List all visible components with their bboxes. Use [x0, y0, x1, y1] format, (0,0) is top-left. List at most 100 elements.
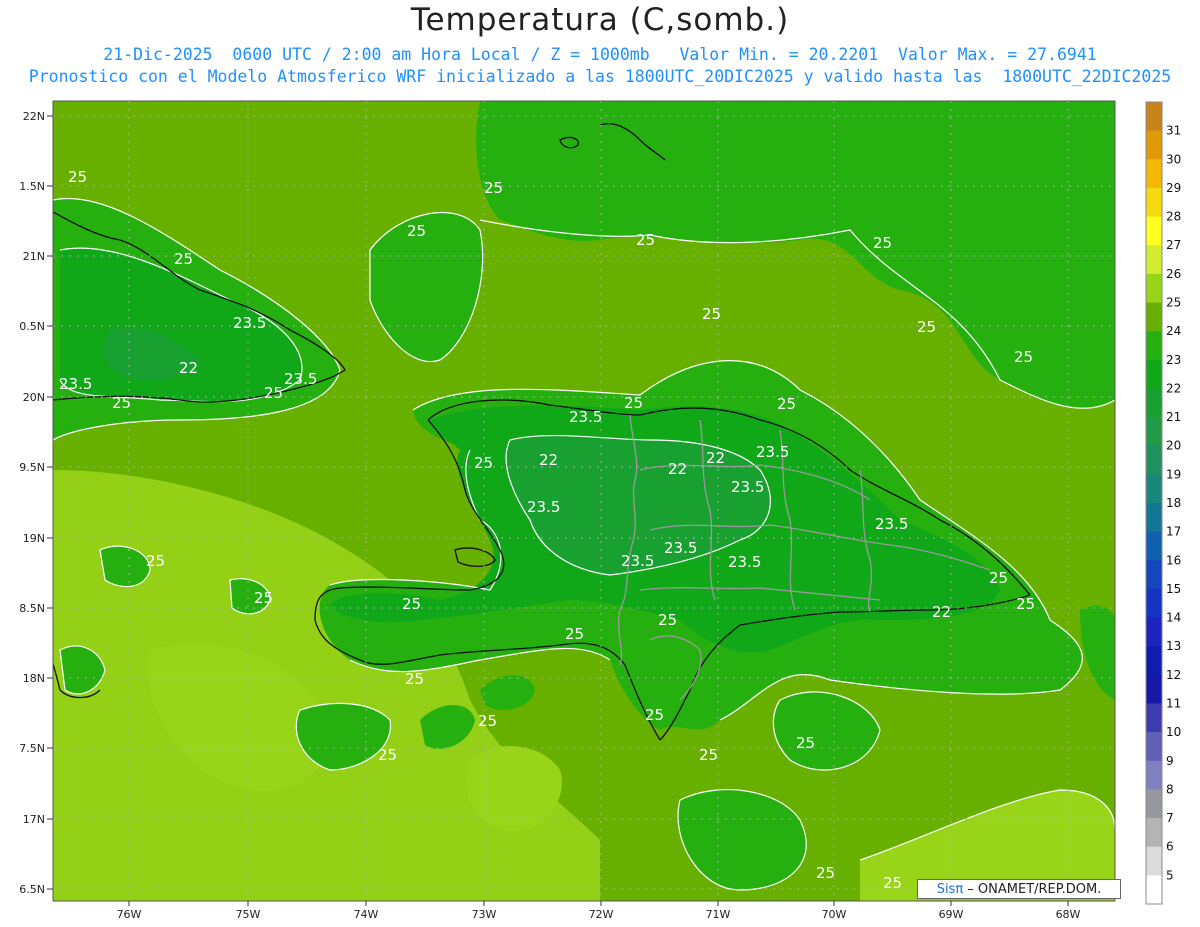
contour-label: 25: [484, 179, 503, 197]
contour-label: 23.5: [569, 408, 602, 426]
contour-label: 25: [624, 394, 643, 412]
contour-label: 25: [146, 552, 165, 570]
colorbar-label: 12: [1166, 668, 1181, 682]
colorbar-swatch: [1146, 445, 1162, 475]
colorbar-swatch: [1146, 102, 1162, 132]
colorbar-swatch: [1146, 273, 1162, 303]
x-tick-label: 69W: [939, 908, 964, 921]
x-tick-label: 74W: [354, 908, 379, 921]
y-tick-label: 7.5N: [19, 742, 45, 755]
contour-label: 25: [405, 670, 424, 688]
contour-label: 25: [873, 234, 892, 252]
colorbar-label: 23: [1166, 353, 1181, 367]
colorbar-label: 29: [1166, 181, 1181, 195]
colorbar-label: 30: [1166, 152, 1181, 166]
x-tick-label: 70W: [822, 908, 847, 921]
colorbar-label: 17: [1166, 525, 1181, 539]
contour-label: 25: [474, 454, 493, 472]
colorbar-label: 16: [1166, 553, 1181, 567]
contour-label: 23.5: [233, 314, 266, 332]
contour-label: 25: [883, 874, 902, 892]
contour-label: 25: [402, 595, 421, 613]
colorbar-swatch: [1146, 789, 1162, 819]
contour-label: 23.5: [664, 539, 697, 557]
contour-label: 25: [1014, 348, 1033, 366]
temperature-map: 25 25 25 25 25 25 25 25 25 25 25 25 25 2…: [19, 100, 1181, 921]
colorbar-label: 6: [1166, 840, 1174, 854]
colorbar-swatch: [1146, 417, 1162, 447]
contour-label: 25: [699, 746, 718, 764]
contour-label: 25: [796, 734, 815, 752]
y-tick-label: 17N: [23, 813, 45, 826]
colorbar-swatch: [1146, 703, 1162, 733]
colorbar-swatch: [1146, 588, 1162, 619]
contour-label: 25: [378, 746, 397, 764]
contour-label: 22: [668, 460, 687, 478]
contour-label: 22: [179, 359, 198, 377]
colorbar-label: 25: [1166, 296, 1181, 310]
contour-label: 23.5: [728, 553, 761, 571]
colorbar-swatch: [1146, 187, 1162, 218]
colorbar-label: 18: [1166, 496, 1181, 510]
colorbar-swatch: [1146, 474, 1162, 504]
colorbar-label: 28: [1166, 210, 1181, 224]
contour-label: 22: [932, 603, 951, 621]
contour-label: 23.5: [621, 552, 654, 570]
colorbar-swatch: [1146, 617, 1162, 647]
colorbar-label: 10: [1166, 725, 1181, 739]
colorbar-label: 19: [1166, 467, 1181, 481]
colorbar-swatch: [1146, 359, 1162, 389]
contour-label: 25: [777, 395, 796, 413]
credit-box: Sisπ – ONAMET/REP.DOM.: [917, 879, 1121, 899]
y-tick-label: 18N: [23, 672, 45, 685]
colorbar-swatch: [1146, 646, 1162, 676]
contour-label: 25: [816, 864, 835, 882]
contour-label: 25: [112, 394, 131, 412]
colorbar-label: 27: [1166, 238, 1181, 252]
colorbar-swatch: [1146, 674, 1162, 704]
y-tick-label: 19N: [23, 532, 45, 545]
colorbar-swatch: [1146, 130, 1162, 160]
colorbar-swatch: [1146, 302, 1162, 332]
colorbar-label: 22: [1166, 381, 1181, 395]
x-tick-label: 71W: [706, 908, 731, 921]
contour-label: 23.5: [527, 498, 560, 516]
colorbar-swatch: [1146, 388, 1162, 418]
y-tick-label: 6.5N: [19, 883, 45, 896]
colorbar-label: 24: [1166, 324, 1181, 338]
colorbar-swatch: [1146, 732, 1162, 762]
contour-label: 25: [645, 706, 664, 724]
x-tick-label: 75W: [236, 908, 261, 921]
colorbar-label: 13: [1166, 639, 1181, 653]
map-field: 25 25 25 25 25 25 25 25 25 25 25 25 25 2…: [53, 101, 1115, 901]
colorbar-swatch: [1146, 331, 1162, 361]
credit-text: – ONAMET/REP.DOM.: [963, 882, 1102, 897]
contour-label: 25: [407, 222, 426, 240]
contour-label: 25: [989, 569, 1008, 587]
y-tick-label: 9.5N: [19, 461, 45, 474]
contour-label: 25: [254, 589, 273, 607]
y-tick-label: 20N: [23, 391, 45, 404]
colorbar-swatch: [1146, 560, 1162, 590]
colorbar-swatch: [1146, 846, 1162, 876]
colorbar-label: 11: [1166, 697, 1181, 711]
x-tick-label: 73W: [472, 908, 497, 921]
colorbar-swatch: [1146, 159, 1162, 189]
colorbar-swatch: [1146, 875, 1162, 905]
sistpi-logo: Sisπ: [936, 882, 964, 897]
x-tick-label: 68W: [1056, 908, 1081, 921]
contour-label: 25: [478, 712, 497, 730]
colorbar-label: 9: [1166, 754, 1174, 768]
colorbar-label: 21: [1166, 410, 1181, 424]
colorbar-label: 26: [1166, 267, 1181, 281]
colorbar-swatch: [1146, 503, 1162, 533]
colorbar-label: 5: [1166, 868, 1174, 882]
contour-label: 22: [539, 451, 558, 469]
colorbar-label: 7: [1166, 811, 1174, 825]
contour-label: 25: [658, 611, 677, 629]
contour-label: 23.5: [875, 515, 908, 533]
contour-label: 25: [565, 625, 584, 643]
colorbar-label: 15: [1166, 582, 1181, 596]
colorbar-swatch: [1146, 216, 1162, 246]
colorbar-swatch: [1146, 531, 1162, 561]
